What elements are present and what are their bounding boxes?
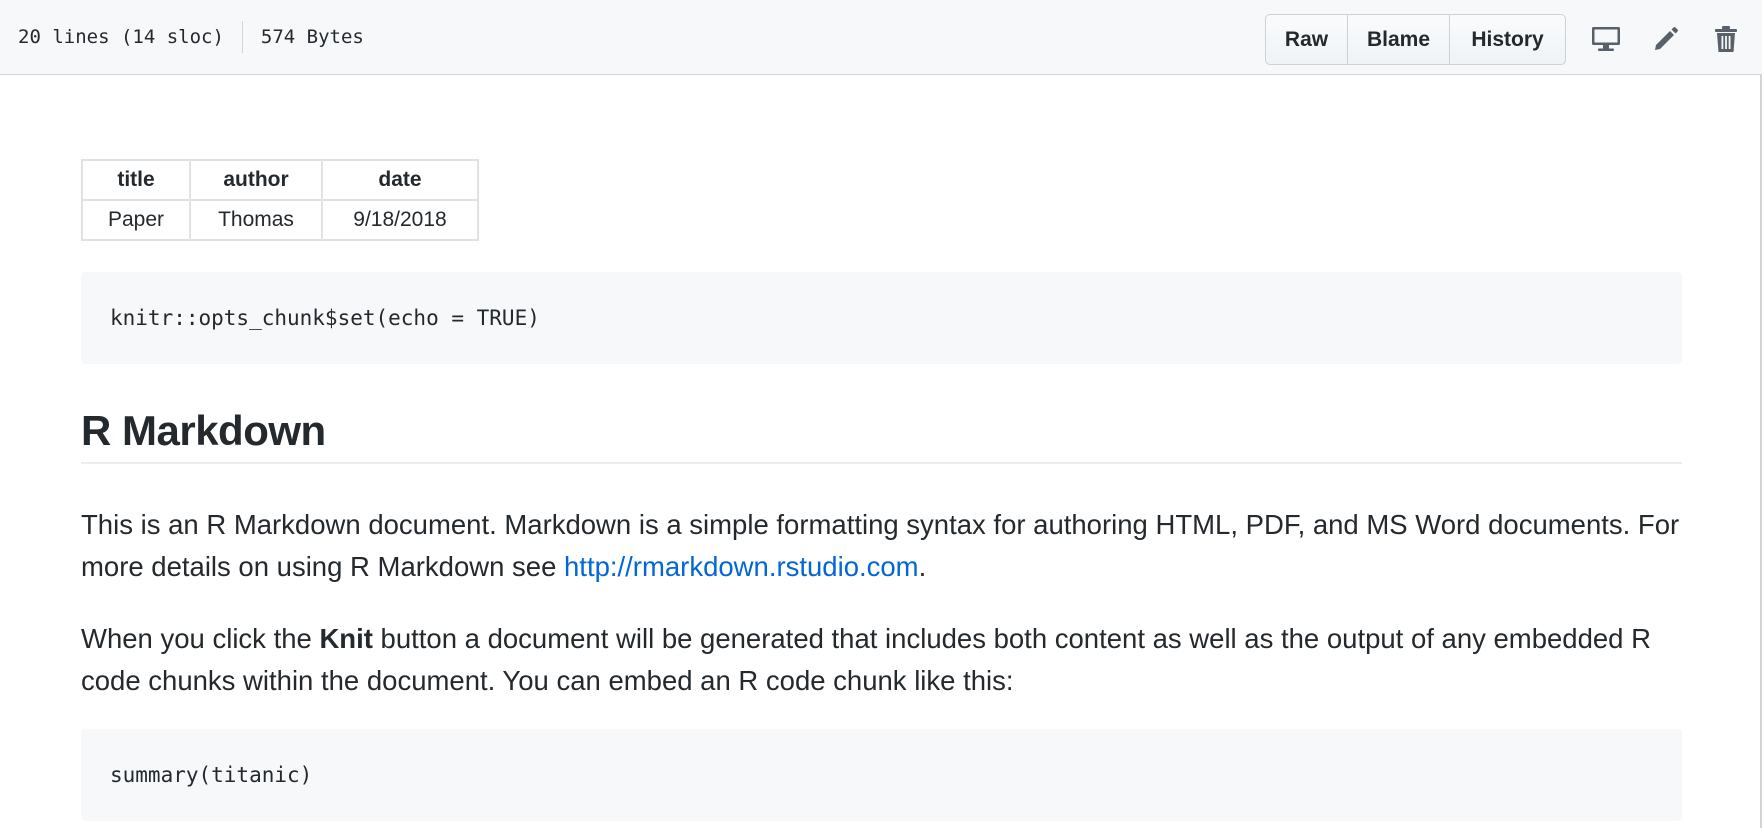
rmarkdown-link[interactable]: http://rmarkdown.rstudio.com [564, 551, 919, 582]
file-header: 20 lines (14 sloc) 574 Bytes Raw Blame H… [0, 0, 1762, 75]
metadata-table: title author date Paper Thomas 9/18/2018 [81, 159, 479, 241]
file-view: 20 lines (14 sloc) 574 Bytes Raw Blame H… [0, 0, 1762, 828]
file-actions-button-group: Raw Blame History [1265, 14, 1566, 65]
file-size: 574 Bytes [260, 26, 364, 48]
code-text: summary(titanic) [110, 763, 313, 787]
table-row: Paper Thomas 9/18/2018 [81, 199, 479, 241]
code-block: knitr::opts_chunk$set(echo = TRUE) [81, 272, 1682, 364]
table-header-cell: title [81, 159, 191, 201]
blame-button[interactable]: Blame [1348, 15, 1450, 64]
section-heading: R Markdown [81, 400, 1682, 464]
code-block: summary(titanic) [81, 729, 1682, 821]
pencil-icon[interactable] [1649, 22, 1683, 56]
raw-button[interactable]: Raw [1266, 15, 1348, 64]
line-count: 20 lines (14 sloc) [18, 26, 224, 48]
table-cell: Thomas [189, 199, 323, 241]
file-info: 20 lines (14 sloc) 574 Bytes [18, 21, 364, 53]
desktop-icon[interactable] [1589, 22, 1623, 56]
table-cell: 9/18/2018 [321, 199, 479, 241]
paragraph-prefix: When you click the [81, 623, 320, 654]
table-header-cell: date [321, 159, 479, 201]
history-button[interactable]: History [1450, 15, 1565, 64]
table-header-cell: author [189, 159, 323, 201]
paragraph: When you click the Knit button a documen… [81, 618, 1682, 702]
table-header-row: title author date [81, 159, 479, 201]
code-text: knitr::opts_chunk$set(echo = TRUE) [110, 306, 540, 330]
table-cell: Paper [81, 199, 191, 241]
paragraph: This is an R Markdown document. Markdown… [81, 504, 1682, 588]
trash-icon[interactable] [1709, 22, 1743, 56]
file-info-divider [241, 21, 243, 53]
paragraph-suffix: . [918, 551, 927, 582]
bold-text: Knit [319, 623, 373, 654]
